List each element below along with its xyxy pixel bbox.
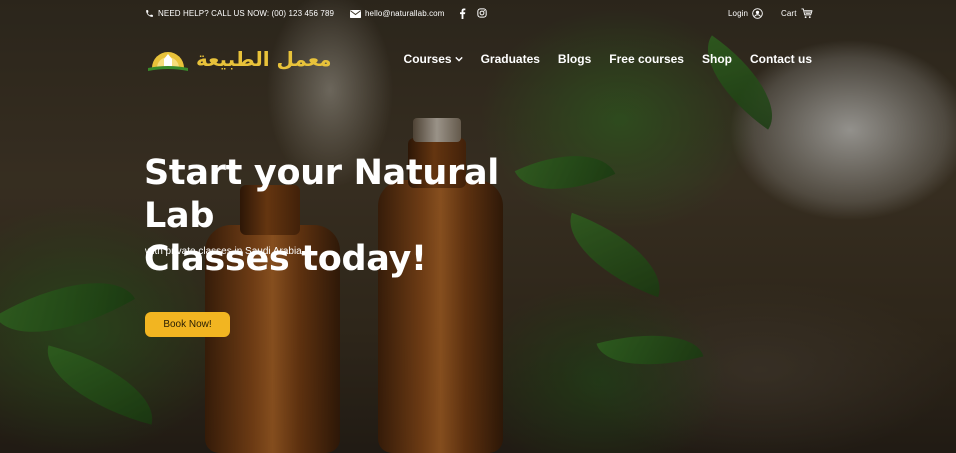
instagram-icon <box>477 8 487 18</box>
facebook-link[interactable] <box>459 8 466 19</box>
nav-free-courses[interactable]: Free courses <box>609 52 684 66</box>
top-bar: NEED HELP? CALL US NOW: (00) 123 456 789… <box>0 0 956 28</box>
hero-headline-line1: Start your Natural Lab <box>144 153 499 236</box>
nav-courses[interactable]: Courses <box>404 52 463 66</box>
email-text: hello@naturallab.com <box>365 9 445 18</box>
nav-blogs-label: Blogs <box>557 52 592 66</box>
nav-shop-label: Shop <box>701 52 732 66</box>
book-now-button[interactable]: Book Now! <box>145 312 230 337</box>
nav-blogs[interactable]: Blogs <box>558 52 591 66</box>
main-nav: Courses Graduates Blogs Free courses Sho… <box>404 52 812 66</box>
nav-contact-us[interactable]: Contact us <box>750 52 812 66</box>
nav-contact-us-label: Contact us <box>749 52 812 66</box>
facebook-icon <box>459 8 466 19</box>
mail-icon <box>350 9 361 18</box>
cart-icon <box>801 8 813 19</box>
site-logo[interactable]: معمل الطبيعة <box>146 46 332 72</box>
cart-link[interactable]: Cart <box>781 8 813 19</box>
email-contact[interactable]: hello@naturallab.com <box>350 9 445 18</box>
user-icon <box>752 8 763 19</box>
phone-contact[interactable]: NEED HELP? CALL US NOW: (00) 123 456 789 <box>145 9 334 18</box>
hero-headline-line2: Classes today! <box>144 239 427 279</box>
nav-graduates[interactable]: Graduates <box>481 52 540 66</box>
nav-shop[interactable]: Shop <box>702 52 732 66</box>
instagram-link[interactable] <box>477 8 487 18</box>
phone-icon <box>146 10 153 17</box>
hero-subtitle: with private classes in Saudi Arabia. <box>145 246 305 257</box>
nav-graduates-label: Graduates <box>480 52 540 66</box>
hero-headline: Start your Natural Lab Classes today! <box>144 152 564 281</box>
logo-text: معمل الطبيعة <box>196 47 332 71</box>
cart-label: Cart <box>781 9 797 18</box>
nav-free-courses-label: Free courses <box>609 52 684 66</box>
phone-text: NEED HELP? CALL US NOW: (00) 123 456 789 <box>158 9 335 18</box>
chevron-down-icon <box>454 56 463 62</box>
nav-courses-label: Courses <box>403 52 452 66</box>
logo-mark-icon <box>148 52 188 71</box>
login-link[interactable]: Login <box>728 8 763 19</box>
login-label: Login <box>728 9 749 18</box>
